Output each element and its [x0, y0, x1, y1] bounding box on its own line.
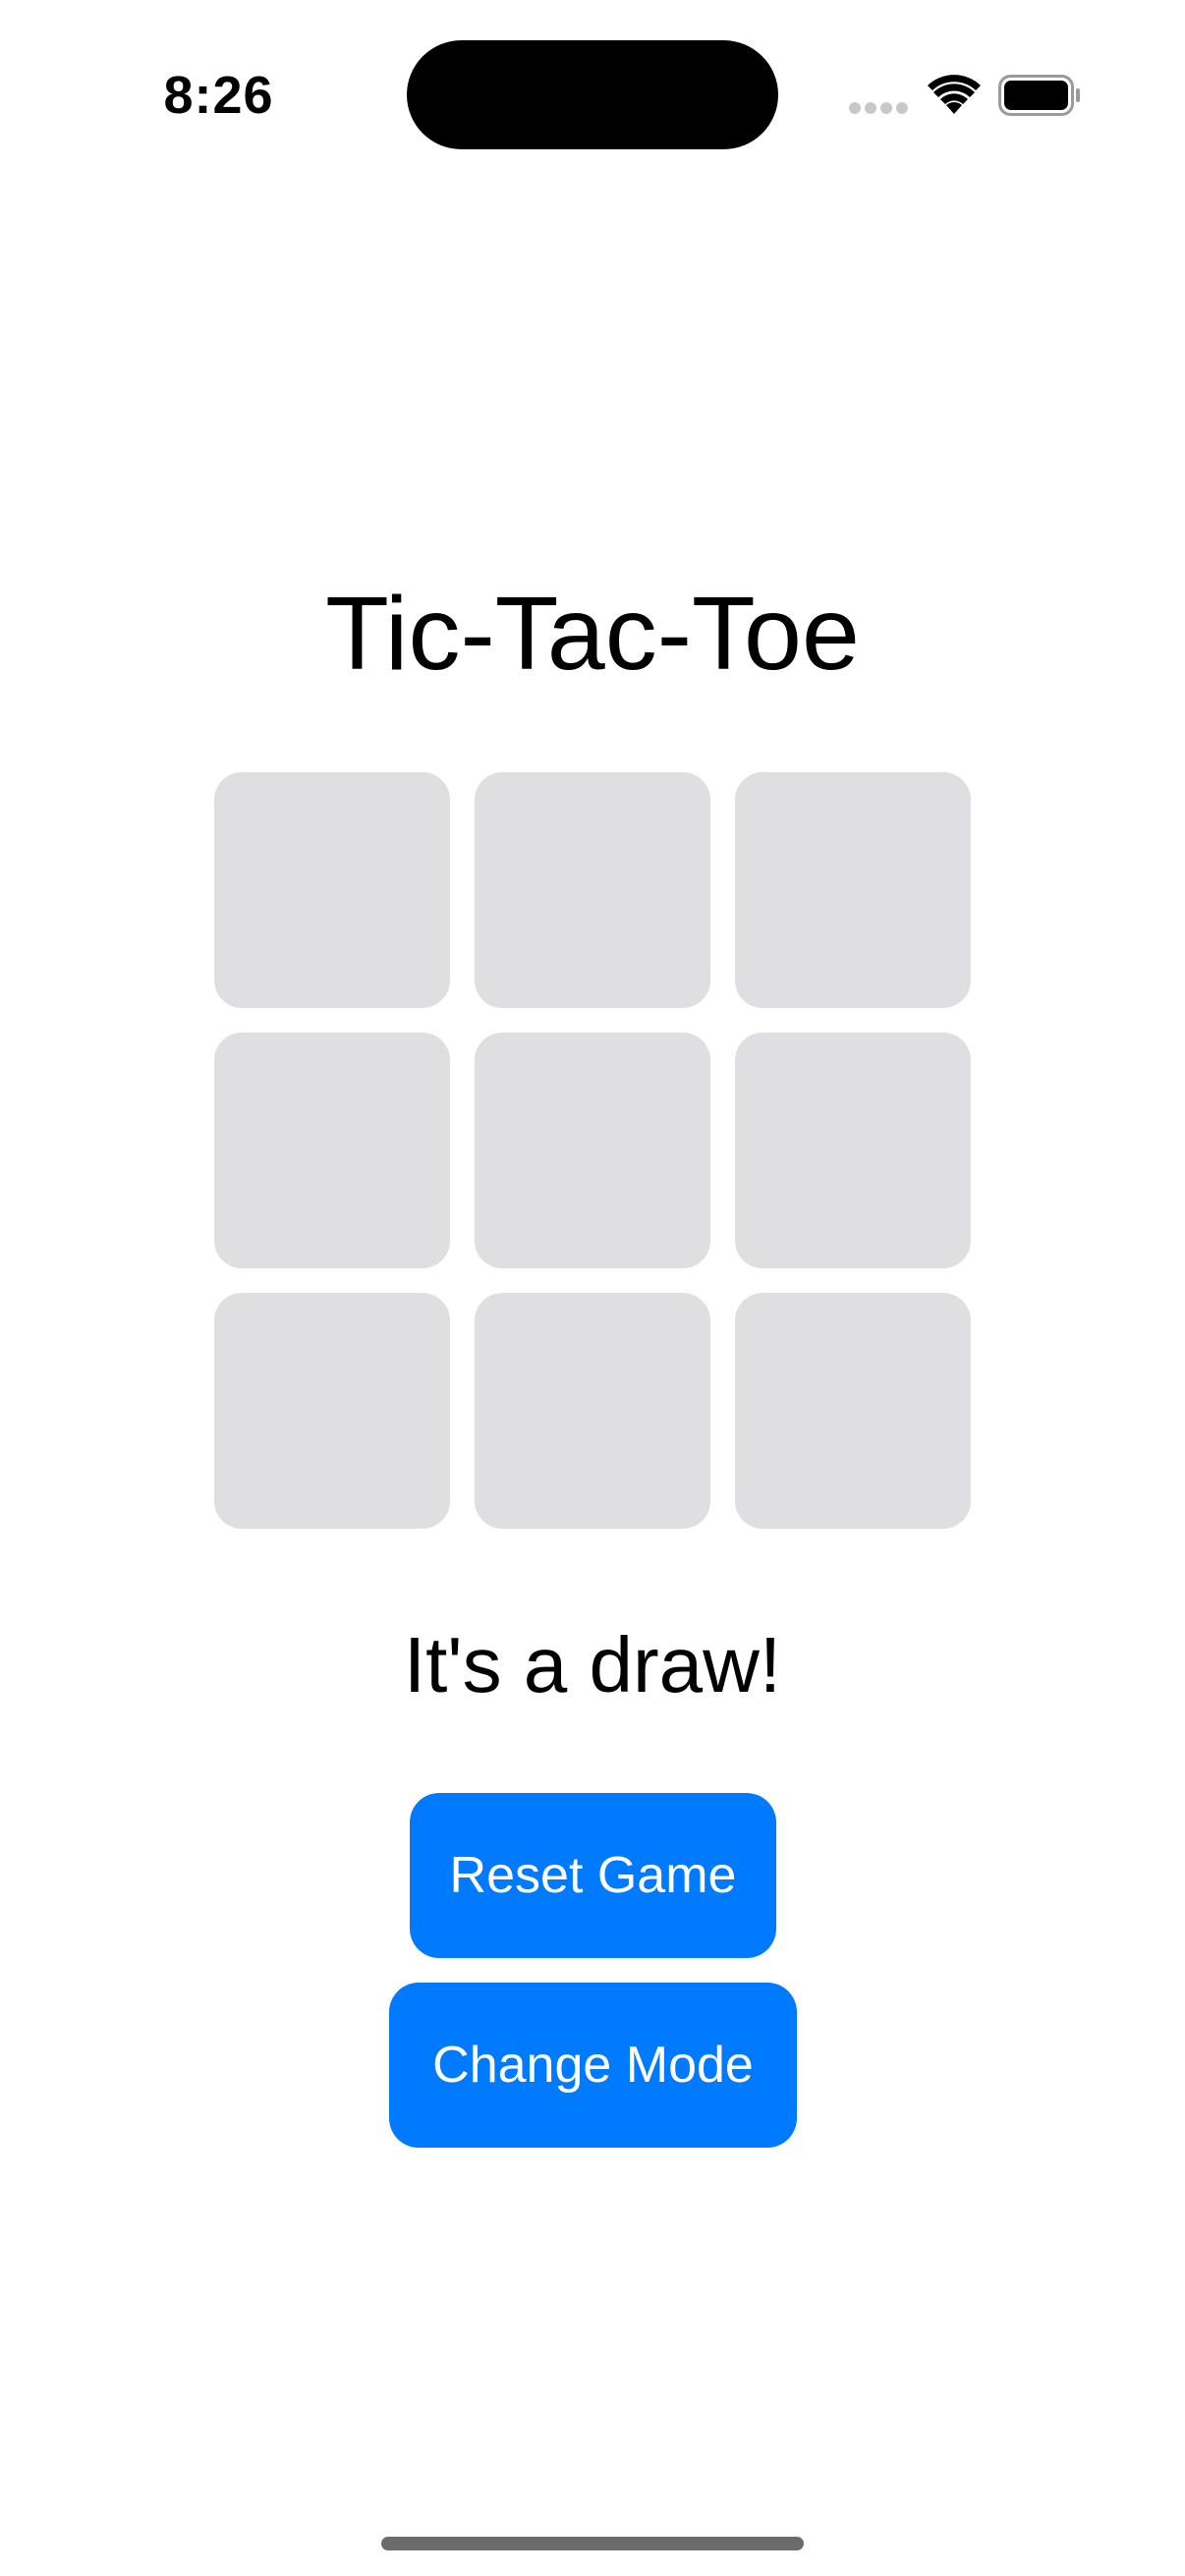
status-time: 8:26 [163, 66, 274, 125]
board-cell-8[interactable] [475, 1293, 710, 1529]
board-cell-3[interactable] [735, 772, 971, 1008]
battery-icon [998, 75, 1080, 116]
board-cell-1[interactable] [214, 772, 450, 1008]
game-board [214, 772, 971, 1529]
board-cell-2[interactable] [475, 772, 710, 1008]
status-bar: 8:26 [0, 0, 1185, 196]
change-mode-label: Change Mode [432, 2037, 754, 2094]
board-cell-6[interactable] [735, 1033, 971, 1268]
wifi-icon [928, 75, 981, 114]
board-cell-4[interactable] [214, 1033, 450, 1268]
page-title: Tic-Tac-Toe [325, 576, 860, 692]
reset-game-label: Reset Game [449, 1847, 737, 1904]
dynamic-island [407, 40, 778, 149]
board-cell-7[interactable] [214, 1293, 450, 1529]
home-indicator[interactable] [381, 2537, 804, 2550]
cellular-signal-icon [849, 102, 908, 116]
board-cell-5[interactable] [475, 1033, 710, 1268]
board-cell-9[interactable] [735, 1293, 971, 1529]
change-mode-button[interactable]: Change Mode [389, 1983, 797, 2148]
game-status-text: It's a draw! [403, 1621, 782, 1708]
reset-game-button[interactable]: Reset Game [410, 1793, 776, 1958]
